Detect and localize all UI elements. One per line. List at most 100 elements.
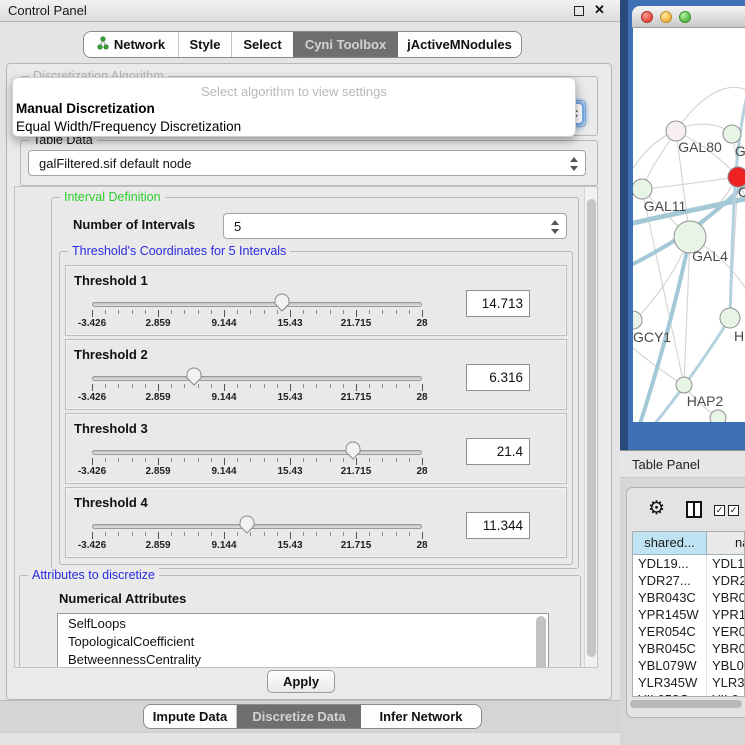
dropdown-placeholder-option[interactable]: Select algorithm to view settings [13, 84, 575, 99]
table-data-combobox[interactable]: galFiltered.sif default node [28, 150, 586, 176]
network-canvas[interactable]: GAL80GACGAL11GAL4GCY1HHAP2 [633, 28, 745, 422]
gal11-node[interactable] [633, 179, 652, 199]
tab-impute-data[interactable]: Impute Data [144, 705, 236, 728]
window-minimize-button[interactable] [660, 11, 672, 23]
desktop-background [620, 0, 628, 450]
slider-tick-labels: -3.4262.8599.14415.4321.71528 [92, 318, 422, 330]
slider-ticks [92, 310, 422, 318]
slider-tick-label: 21.715 [341, 318, 372, 329]
table-cell[interactable]: YBR043C [633, 589, 707, 606]
table-cell[interactable]: YER054C [633, 623, 707, 640]
table-cell[interactable]: YPR1 [707, 606, 744, 623]
threshold-3-value-field[interactable]: 21.4 [466, 438, 530, 465]
threshold-2-slider-track[interactable] [92, 376, 422, 381]
slider-tick-label: -3.426 [78, 540, 106, 551]
threshold-3-slider-track[interactable] [92, 450, 422, 455]
network-edge[interactable] [642, 177, 738, 189]
combobox-stepper-icon[interactable] [569, 155, 579, 173]
list-scrollbar[interactable] [536, 616, 546, 668]
table-cell[interactable]: YPR145W [633, 606, 707, 623]
network-graph[interactable]: GAL80GACGAL11GAL4GCY1HHAP2 [633, 28, 745, 422]
slider-tick-label: 2.859 [145, 540, 170, 551]
scrollbar-thumb[interactable] [587, 199, 596, 657]
table-cell[interactable]: YBR0 [707, 589, 744, 606]
split-columns-icon[interactable] [686, 501, 702, 518]
table-cell[interactable]: YBR0 [707, 640, 744, 657]
checkbox-icon[interactable]: ✓ [728, 505, 739, 516]
threshold-1-slider-track[interactable] [92, 302, 422, 307]
settings-vertical-scrollbar[interactable] [584, 187, 597, 667]
tab-infer-network[interactable]: Infer Network [361, 705, 481, 728]
table-row[interactable]: YBL079WYBL0 [633, 657, 744, 674]
slider-tick-label: -3.426 [78, 392, 106, 403]
slider-tick-labels: -3.4262.8599.14415.4321.71528 [92, 392, 422, 404]
slider-tick-label: -3.426 [78, 318, 106, 329]
table-row[interactable]: YBR043CYBR0 [633, 589, 744, 606]
table-cell[interactable]: YDL19... [633, 555, 707, 572]
checkbox-icon[interactable]: ✓ [714, 505, 725, 516]
ne-node[interactable] [723, 125, 741, 143]
table-row[interactable]: YDR27...YDR2 [633, 572, 744, 589]
network-window-titlebar[interactable] [632, 6, 745, 28]
threshold-4-value-field[interactable]: 11.344 [466, 512, 530, 539]
table-cell[interactable]: YIL052C [633, 691, 707, 697]
window-zoom-button[interactable] [679, 11, 691, 23]
threshold-1-slider-thumb[interactable] [274, 293, 290, 312]
threshold-4-slider-thumb[interactable] [239, 515, 255, 534]
thresholds-group-label: Threshold's Coordinates for 5 Intervals [68, 244, 290, 258]
tab-select[interactable]: Select [231, 32, 293, 57]
dropdown-option-equal-width[interactable]: Equal Width/Frequency Discretization [16, 119, 241, 134]
dropdown-option-manual-discretization[interactable]: Manual Discretization [16, 101, 155, 116]
table-row[interactable]: YPR145WYPR1 [633, 606, 744, 623]
tab-style[interactable]: Style [178, 32, 231, 57]
gear-icon[interactable]: ⚙ [648, 497, 665, 520]
slider-tick-label: 28 [416, 540, 427, 551]
node-label: GCY1 [633, 329, 671, 345]
threshold-4-panel: Threshold 4 -3.4262.8599.14415.4321.7152… [65, 487, 567, 558]
threshold-4-slider-track[interactable] [92, 524, 422, 529]
tab-network[interactable]: Network [84, 32, 178, 57]
column-header-shared-name[interactable]: shared... [633, 532, 707, 554]
column-header-name[interactable]: na [707, 532, 744, 554]
e-node[interactable] [720, 308, 740, 328]
control-panel-tabs: Network Style Select Cyni Toolbox jActiv… [83, 31, 522, 58]
table-cell[interactable]: YDR27... [633, 572, 707, 589]
threshold-3-slider-thumb[interactable] [345, 441, 361, 460]
close-icon[interactable]: ✕ [594, 2, 605, 18]
threshold-2-slider-thumb[interactable] [186, 367, 202, 386]
tab-cyni-toolbox[interactable]: Cyni Toolbox [293, 32, 398, 57]
table-cell[interactable]: YLR345W [633, 674, 707, 691]
gal80-node[interactable] [666, 121, 686, 141]
attribute-list-item[interactable]: BetweennessCentrality [58, 650, 548, 668]
tab-impute-data-label: Impute Data [153, 709, 227, 724]
numerical-attributes-list[interactable]: SelfLoopsTopologicalCoefficientBetweenne… [57, 613, 549, 668]
table-cell[interactable]: YBL079W [633, 657, 707, 674]
table-row[interactable]: YDL19...YDL1 [633, 555, 744, 572]
table-cell[interactable]: YBR045C [633, 640, 707, 657]
node-label: GA [735, 143, 745, 159]
table-cell[interactable]: YDR2 [707, 572, 744, 589]
threshold-2-value-field[interactable]: 6.316 [466, 364, 530, 391]
window-close-button[interactable] [641, 11, 653, 23]
table-cell[interactable]: YIL0 [707, 691, 744, 697]
table-row[interactable]: YER054CYER0 [633, 623, 744, 640]
apply-button[interactable]: Apply [267, 670, 335, 693]
tab-discretize-data[interactable]: Discretize Data [236, 705, 361, 728]
float-window-icon[interactable] [574, 6, 584, 16]
threshold-1-value-field[interactable]: 14.713 [466, 290, 530, 317]
attribute-list-item[interactable]: SelfLoops [58, 614, 548, 632]
number-of-intervals-combobox[interactable]: 5 [223, 213, 567, 239]
tab-jactivemnodules[interactable]: jActiveMNodules [398, 32, 521, 57]
s-node[interactable] [710, 410, 726, 422]
combobox-stepper-icon[interactable] [550, 218, 560, 236]
table-row[interactable]: YBR045CYBR0 [633, 640, 744, 657]
hap2-node[interactable] [676, 377, 692, 393]
attribute-list-item[interactable]: TopologicalCoefficient [58, 632, 548, 650]
table-cell[interactable]: YDL1 [707, 555, 744, 572]
table-row[interactable]: YIL052CYIL0 [633, 691, 744, 697]
table-cell[interactable]: YER0 [707, 623, 744, 640]
table-cell[interactable]: YLR3 [707, 674, 744, 691]
table-row[interactable]: YLR345WYLR3 [633, 674, 744, 691]
table-cell[interactable]: YBL0 [707, 657, 744, 674]
table-horizontal-scrollbar[interactable] [630, 700, 742, 708]
